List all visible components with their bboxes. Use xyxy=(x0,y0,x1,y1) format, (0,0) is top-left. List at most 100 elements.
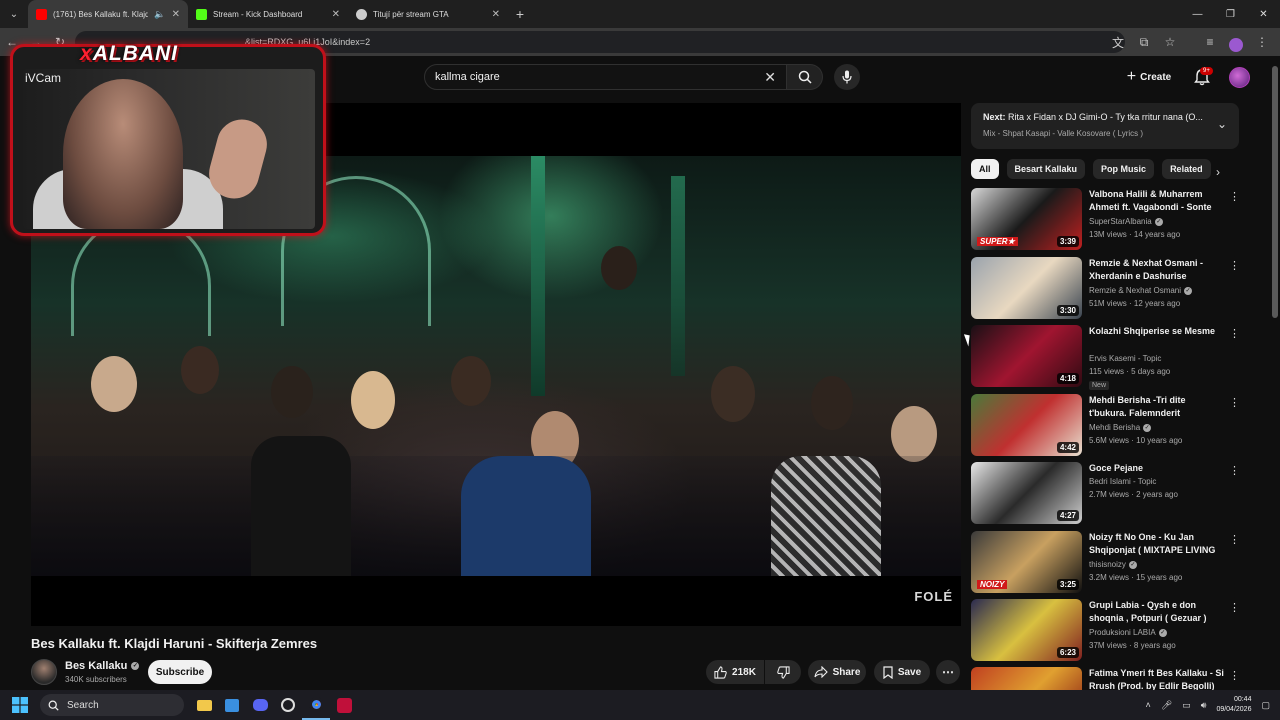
obs-icon[interactable] xyxy=(274,690,302,720)
streaming-app-icon[interactable] xyxy=(330,690,358,720)
video-thumbnail[interactable]: 3:30 xyxy=(971,257,1082,319)
microphone-tray-icon[interactable]: 🎤︎ xyxy=(1161,700,1172,711)
volume-icon[interactable]: 🔊︎ xyxy=(1201,700,1207,711)
video-thumbnail[interactable]: 4:27 xyxy=(971,462,1082,524)
recommendation-item[interactable]: 6:23 Grupi Labia - Qysh e don shoqnia , P… xyxy=(971,599,1251,661)
recommendation-title[interactable]: Noizy ft No One - Ku Jan Shqiponjat ( MI… xyxy=(1089,531,1225,557)
more-options-icon[interactable]: ⋮ xyxy=(1229,601,1240,614)
subscribe-button[interactable]: Subscribe xyxy=(148,660,212,684)
browser-tabstrip: ⌄ (1761) Bes Kallaku ft. Klajdi 🔈 ✕ Stre… xyxy=(0,0,1280,28)
search-button[interactable] xyxy=(787,64,823,90)
account-avatar[interactable] xyxy=(1229,67,1250,88)
dislike-button[interactable] xyxy=(765,660,801,684)
recommendation-title[interactable]: Goce Pejane xyxy=(1089,462,1225,475)
save-button[interactable]: Save xyxy=(874,660,930,684)
recommendation-item[interactable]: SUPER★ 3:39 Valbona Halili & Muharrem Ahme… xyxy=(971,188,1251,250)
like-button[interactable]: 218K xyxy=(706,660,764,684)
recommendation-channel[interactable]: Bedri Islami - Topic xyxy=(1089,477,1156,486)
scrollbar-thumb[interactable] xyxy=(1272,66,1278,318)
restore-icon[interactable]: ❐ xyxy=(1214,0,1247,28)
tray-chevron-icon[interactable]: ˄ xyxy=(1146,700,1151,710)
chevron-down-icon[interactable]: ⌄ xyxy=(1217,117,1227,131)
recommendation-title[interactable]: Valbona Halili & Muharrem Ahmeti ft. Vag… xyxy=(1089,188,1225,214)
video-thumbnail[interactable]: 6:23 xyxy=(971,599,1082,661)
search-input[interactable]: kallma cigare ✕ xyxy=(424,64,787,90)
recommendation-title[interactable]: Remzie & Nexhat Osmani - Xherdanin e Das… xyxy=(1089,257,1225,283)
recommendation-channel[interactable]: Mehdi Berisha ✓ xyxy=(1089,423,1152,432)
chip-besart-kallaku[interactable]: Besart Kallaku xyxy=(1006,159,1086,179)
recommendation-item[interactable]: 4:42 Mehdi Berisha -Tri dite t'bukura. Fa… xyxy=(971,394,1251,456)
file-explorer-icon[interactable] xyxy=(190,690,218,720)
more-options-icon[interactable]: ⋮ xyxy=(1229,259,1240,272)
chip-related[interactable]: Related xyxy=(1162,159,1211,179)
clock-date: 09/04/2026 xyxy=(1216,706,1252,713)
tab-close-icon[interactable]: ✕ xyxy=(172,9,180,20)
network-icon[interactable]: ▭ xyxy=(1182,700,1191,711)
recommendation-item[interactable]: NOIZY 3:25 Noizy ft No One - Ku Jan Shqipo… xyxy=(971,531,1251,593)
video-thumbnail[interactable]: 4:18 xyxy=(971,325,1082,387)
recommendation-title[interactable]: Kolazhi Shqiperise se Mesme xyxy=(1089,325,1225,338)
close-window-icon[interactable]: ✕ xyxy=(1247,0,1280,28)
discord-icon[interactable] xyxy=(246,690,274,720)
chip-all[interactable]: All xyxy=(971,159,999,179)
chrome-icon[interactable] xyxy=(302,690,330,720)
more-options-icon[interactable]: ⋮ xyxy=(1229,464,1240,477)
video-thumbnail[interactable]: SUPER★ 3:39 xyxy=(971,188,1082,250)
recommendation-channel[interactable]: Produksioni LABIA ✓ xyxy=(1089,628,1167,637)
tab-kick-dashboard[interactable]: Stream - Kick Dashboard ✕ xyxy=(188,0,348,28)
search-icon xyxy=(48,700,59,711)
more-actions-button[interactable]: ⋯ xyxy=(936,660,960,684)
share-label: Share xyxy=(832,666,861,678)
create-button[interactable]: + Create xyxy=(1118,64,1180,90)
tab-close-icon[interactable]: ✕ xyxy=(332,9,340,20)
clock[interactable]: 00:44 09/04/2026 xyxy=(1216,695,1251,715)
recommendation-channel[interactable]: Ervis Kasemi - Topic xyxy=(1089,354,1161,363)
translate-icon[interactable]: 文 xyxy=(1106,30,1130,54)
browser-menu-icon[interactable]: ⋮ xyxy=(1250,30,1274,54)
tab-search-button[interactable]: ⌄ xyxy=(0,0,28,28)
profile-avatar[interactable] xyxy=(1224,30,1248,54)
video-thumbnail[interactable]: NOIZY 3:25 xyxy=(971,531,1082,593)
more-options-icon[interactable]: ⋮ xyxy=(1229,669,1240,682)
share-button[interactable]: Share xyxy=(808,660,866,684)
new-tab-button[interactable]: + xyxy=(508,6,532,22)
verified-icon: ✓ xyxy=(1184,286,1193,295)
channel-avatar[interactable] xyxy=(31,659,57,685)
recommendation-channel[interactable]: Remzie & Nexhat Osmani ✓ xyxy=(1089,286,1193,295)
clear-search-icon[interactable]: ✕ xyxy=(764,69,776,86)
taskbar-search[interactable]: Search xyxy=(40,694,184,716)
recommendation-channel[interactable]: thisisnoizy ✓ xyxy=(1089,560,1137,569)
windows-logo-icon xyxy=(12,697,28,713)
recommendation-item[interactable]: 4:27 Goce Pejane Bedri Islami - Topic 2.7M … xyxy=(971,462,1251,524)
up-next-panel[interactable]: Next: Rita x Fidan x DJ Gimi-O - Ty tka … xyxy=(971,103,1239,149)
recommendation-item[interactable]: 4:18 Kolazhi Shqiperise se Mesme Ervis Kas… xyxy=(971,325,1251,390)
recommendation-title[interactable]: Grupi Labia - Qysh e don shoqnia , Potpu… xyxy=(1089,599,1225,625)
thumbs-down-icon xyxy=(776,665,790,679)
tab-stream-titles[interactable]: Titují për stream GTA ✕ xyxy=(348,0,508,28)
recommendation-title[interactable]: Mehdi Berisha -Tri dite t'bukura. Falemn… xyxy=(1089,394,1225,420)
more-options-icon[interactable]: ⋮ xyxy=(1229,533,1240,546)
recommendation-meta: 13M views · 14 years ago xyxy=(1089,230,1181,239)
more-options-icon[interactable]: ⋮ xyxy=(1229,327,1240,340)
bookmark-star-icon[interactable]: ☆ xyxy=(1158,30,1182,54)
microphone-icon xyxy=(842,70,852,84)
channel-name[interactable]: Bes Kallaku ✓ xyxy=(65,660,140,672)
microsoft-store-icon[interactable] xyxy=(218,690,246,720)
recommendation-channel[interactable]: SuperStarAlbania ✓ xyxy=(1089,217,1163,226)
minimize-icon[interactable]: — xyxy=(1181,0,1214,28)
recommendation-item[interactable]: 3:30 Remzie & Nexhat Osmani - Xherdanin e… xyxy=(971,257,1251,319)
more-options-icon[interactable]: ⋮ xyxy=(1229,396,1240,409)
video-thumbnail[interactable]: 4:42 xyxy=(971,394,1082,456)
tab-close-icon[interactable]: ✕ xyxy=(492,9,500,20)
new-badge: New xyxy=(1089,381,1110,390)
chip-pop-music[interactable]: Pop Music xyxy=(1093,159,1155,179)
voice-search-button[interactable] xyxy=(834,64,860,90)
start-button[interactable] xyxy=(0,690,40,720)
notification-center-icon[interactable]: ▢ xyxy=(1261,700,1270,711)
speaker-icon[interactable]: 🔈 xyxy=(154,9,165,20)
tab-youtube[interactable]: (1761) Bes Kallaku ft. Klajdi 🔈 ✕ xyxy=(28,0,188,28)
install-icon[interactable]: ⧉ xyxy=(1132,30,1156,54)
more-options-icon[interactable]: ⋮ xyxy=(1229,190,1240,203)
chevron-right-icon[interactable]: › xyxy=(1216,165,1220,179)
media-control-icon[interactable]: ≡ xyxy=(1198,30,1222,54)
